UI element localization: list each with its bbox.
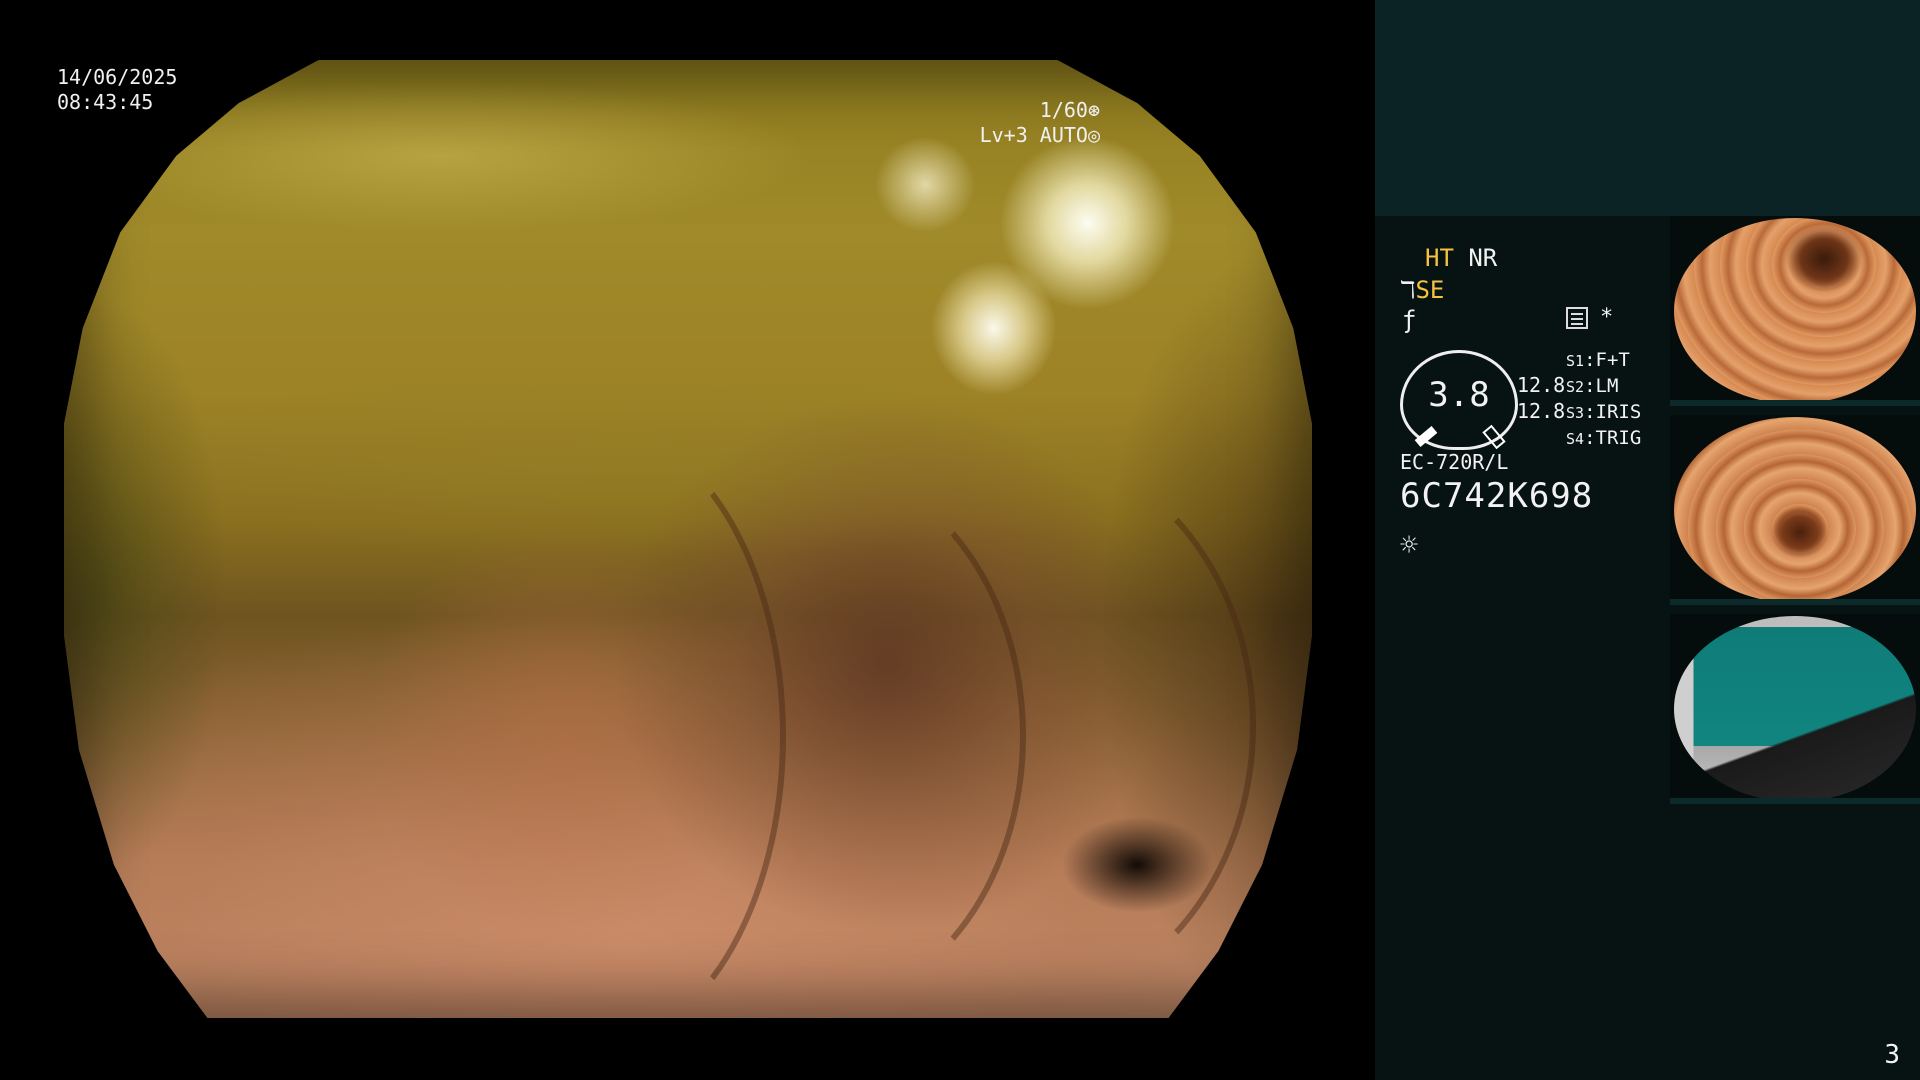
magnification-gauge: 3.8	[1400, 350, 1518, 450]
scope-switch-list: S1:F+T S2:LM S3:IRIS S4:TRIG	[1566, 348, 1641, 452]
date-text: 14/06/2025	[57, 65, 178, 89]
scope-model: EC-720R/L	[1400, 450, 1509, 474]
nr-label: NR	[1468, 244, 1498, 272]
menu-list-icon	[1566, 307, 1588, 329]
thumbnail-image	[1674, 616, 1916, 802]
switch-value: F+T	[1595, 349, 1630, 371]
gauge-side-value: 12.8	[1517, 399, 1566, 423]
f-curve-icon: ƒ	[1402, 306, 1417, 334]
switch-value: TRIG	[1595, 427, 1642, 449]
thumbnail-bar	[1670, 400, 1920, 406]
mucosal-fold	[764, 440, 1256, 1012]
gauge-side-values: 12.8 12.8	[1517, 372, 1565, 424]
switch-key: S2	[1566, 378, 1585, 396]
switch-key: S4	[1566, 430, 1585, 448]
info-panel-header	[1375, 0, 1920, 216]
switch-key: S1	[1566, 352, 1585, 370]
mucosal-fold	[394, 420, 786, 1018]
control-icons: *	[1566, 305, 1613, 330]
switch-row: S2:LM	[1566, 375, 1619, 397]
thumbnail-image	[1674, 218, 1916, 404]
switch-row: S1:F+T	[1566, 349, 1630, 371]
switch-value: LM	[1595, 375, 1619, 397]
light-source-icon: ☼	[1400, 528, 1419, 563]
gauge-needle-icon	[1414, 425, 1438, 448]
captured-image-thumbnail[interactable]	[1670, 614, 1920, 804]
mucosal-fold	[594, 460, 1026, 1012]
captured-image-thumbnail[interactable]	[1670, 216, 1920, 406]
star-indicator: *	[1600, 305, 1614, 330]
thumbnail-bar	[1670, 798, 1920, 804]
page-number: 3	[1884, 1040, 1900, 1070]
aperture-icon: ⊛	[1087, 98, 1100, 122]
f-curve-indicator: ƒ	[1402, 306, 1416, 334]
shutter-text: 1/60	[1039, 98, 1088, 122]
structure-enhance-icon: ℸ	[1400, 276, 1416, 304]
gauge-value: 3.8	[1428, 375, 1490, 415]
gauge-side-value: 12.8	[1517, 373, 1566, 397]
date-time-readout: 14/06/2025 08:43:45	[57, 65, 177, 115]
exposure-readout: 1/60⊛ Lv+3 AUTO◎	[980, 98, 1100, 148]
time-text: 08:43:45	[57, 90, 154, 114]
se-indicator: ℸSE	[1400, 276, 1444, 304]
ht-nr-indicator: HT NR	[1425, 244, 1497, 272]
captured-image-thumbnail[interactable]	[1670, 415, 1920, 605]
scope-serial-number: 6C742K698	[1400, 476, 1594, 516]
endoscopy-monitor: 14/06/2025 08:43:45 1/60⊛ Lv+3 AUTO◎ HT …	[0, 0, 1920, 1080]
ht-label: HT	[1425, 244, 1454, 272]
thumbnail-image	[1674, 417, 1916, 603]
switch-value: IRIS	[1595, 401, 1642, 423]
switch-row: S4:TRIG	[1566, 427, 1642, 449]
switch-row: S3:IRIS	[1566, 401, 1642, 423]
iris-icon: ◎	[1087, 123, 1100, 147]
endoscope-live-view	[64, 60, 1312, 1018]
thumbnail-bar	[1670, 599, 1920, 605]
level-mode-text: Lv+3 AUTO	[979, 123, 1088, 147]
switch-key: S3	[1566, 404, 1585, 422]
se-label: SE	[1415, 276, 1445, 304]
